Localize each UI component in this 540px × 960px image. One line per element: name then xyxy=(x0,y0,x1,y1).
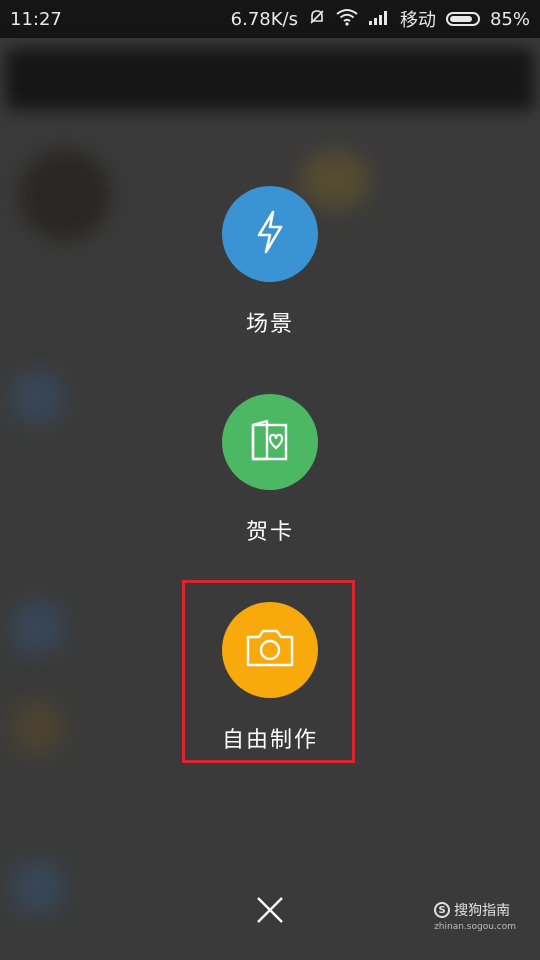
watermark-brand: 搜狗指南 xyxy=(454,903,511,919)
lightning-icon xyxy=(250,209,290,259)
close-button[interactable] xyxy=(254,894,286,926)
blurred-list-icon xyxy=(10,860,65,915)
mute-bell-icon xyxy=(308,8,326,31)
greeting-card-circle[interactable] xyxy=(222,394,318,490)
battery-percent: 85% xyxy=(489,8,530,30)
menu-item-greeting-card[interactable]: 贺卡 xyxy=(0,394,540,546)
status-right: 6.78K/s 移动 85% xyxy=(231,6,530,32)
network-speed: 6.78K/s xyxy=(230,8,298,30)
greeting-card-icon xyxy=(248,417,292,467)
sogou-logo-icon: S xyxy=(434,902,451,918)
status-time: 11:27 xyxy=(10,8,62,30)
blurred-header xyxy=(6,48,534,110)
wifi-icon xyxy=(336,8,358,31)
close-icon xyxy=(254,897,286,930)
scene-label: 场景 xyxy=(245,312,294,337)
menu-item-scene[interactable]: 场景 xyxy=(0,186,540,338)
battery-icon xyxy=(445,12,480,26)
watermark: S 搜狗指南 zhinan.sogou.com xyxy=(434,900,516,932)
highlight-box xyxy=(182,580,355,763)
carrier-name: 移动 xyxy=(399,10,436,31)
watermark-url: zhinan.sogou.com xyxy=(434,922,516,932)
status-bar: 11:27 6.78K/s 移动 85% xyxy=(0,0,540,38)
signal-icon xyxy=(368,9,390,30)
greeting-card-label: 贺卡 xyxy=(245,520,294,545)
scene-circle[interactable] xyxy=(222,186,318,282)
